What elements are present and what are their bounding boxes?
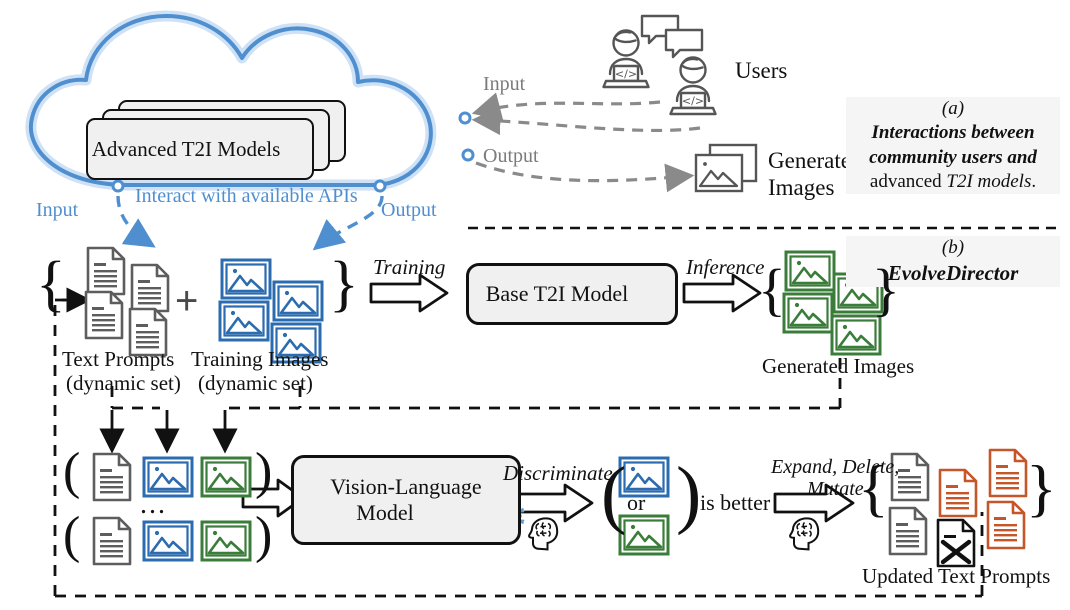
generated-brace-close: } xyxy=(872,257,900,322)
triple2-paren-open: ( xyxy=(63,507,81,564)
image-stack-icon xyxy=(694,143,758,193)
cloud-input-label: Input xyxy=(36,199,79,221)
advanced-models-card-stack: Advanced T2I Models xyxy=(86,100,346,180)
advanced-models-card-front: Advanced T2I Models xyxy=(86,118,314,180)
cloud-output-label: Output xyxy=(381,199,437,221)
training-images-label-line1: Training Images xyxy=(191,347,329,371)
text-prompt-docs xyxy=(84,246,170,357)
compare-paren-close: ) xyxy=(676,452,702,536)
is-better-label: is better xyxy=(700,490,771,515)
base-t2i-model-label: Base T2I Model xyxy=(485,281,629,306)
triple-row-2 xyxy=(92,516,252,566)
panel-a-line3-emph: T2I models xyxy=(946,170,1032,192)
user-laptop-icon-right xyxy=(669,56,717,116)
api-label: Interact with available APIs xyxy=(135,185,358,207)
user-laptop-icon-left xyxy=(602,29,650,89)
or-label: or xyxy=(627,490,646,515)
inference-arrow-label: Inference xyxy=(686,255,765,279)
user-input-connectors xyxy=(471,92,701,136)
triple-row-1 xyxy=(92,452,252,502)
training-arrow-label: Training xyxy=(373,255,446,279)
updated-prompt-docs xyxy=(888,448,1028,566)
mutate-label-line2: Mutate xyxy=(807,478,864,500)
triple2-paren-close: ) xyxy=(255,507,273,564)
training-images-label-line2: (dynamic set) xyxy=(198,371,313,395)
training-brace-close: } xyxy=(329,250,359,318)
panel-a-line3-plain: advanced xyxy=(869,170,947,192)
triple1-paren-open: ( xyxy=(63,443,81,500)
generated-brace-open: { xyxy=(758,257,786,322)
brain-head-icon-discriminate xyxy=(528,517,559,551)
generated-images-caption: Generated Images xyxy=(762,354,915,378)
text-prompts-label-line2: (dynamic set) xyxy=(66,371,181,395)
panel-a-tag: (a) xyxy=(941,98,965,119)
vlm-label-line1: Vision-Language xyxy=(330,474,482,499)
training-arrow xyxy=(369,273,449,313)
panel-a-line2: community users and xyxy=(869,146,1037,168)
discriminate-label: Discriminate xyxy=(503,461,613,485)
panel-a-line1: Interactions between xyxy=(871,122,1035,144)
triple-row-arrows xyxy=(99,410,238,454)
vlm-label-line2: Model xyxy=(356,500,414,525)
triple1-paren-close: ) xyxy=(255,443,273,500)
discriminate-arrow xyxy=(512,483,594,523)
compare-paren-open: ( xyxy=(601,452,627,536)
plus-sign: + xyxy=(175,279,199,323)
compare-image-green xyxy=(618,514,670,556)
panel-a-line3-end: . xyxy=(1031,170,1037,192)
users-label: Users xyxy=(735,58,788,83)
user-output-label: Output xyxy=(483,145,539,167)
updated-text-prompts-label: Updated Text Prompts xyxy=(862,564,1051,588)
brain-head-icon-mutate xyxy=(789,517,820,551)
vision-language-model-box[interactable]: Vision-Language Model xyxy=(291,455,521,545)
triples-ellipsis: ... xyxy=(140,489,167,520)
user-input-label: Input xyxy=(483,73,526,95)
base-t2i-model-box[interactable]: Base T2I Model xyxy=(466,263,678,325)
advanced-models-label: Advanced T2I Models xyxy=(91,136,281,161)
panel-a-line3: advanced T2I models. xyxy=(846,170,1060,194)
text-prompts-label-line1: Text Prompts xyxy=(62,347,175,371)
inference-arrow xyxy=(682,273,762,313)
figure-canvas: </> xyxy=(0,0,1070,610)
updated-brace-open: { xyxy=(858,452,889,523)
training-brace-open: { xyxy=(36,250,66,318)
updated-brace-close: } xyxy=(1026,452,1057,523)
generated-images-label-line2: Images xyxy=(768,175,835,200)
panel-a: (a) Interactions between community users… xyxy=(846,97,1060,195)
chat-bubbles-icon xyxy=(640,14,704,59)
